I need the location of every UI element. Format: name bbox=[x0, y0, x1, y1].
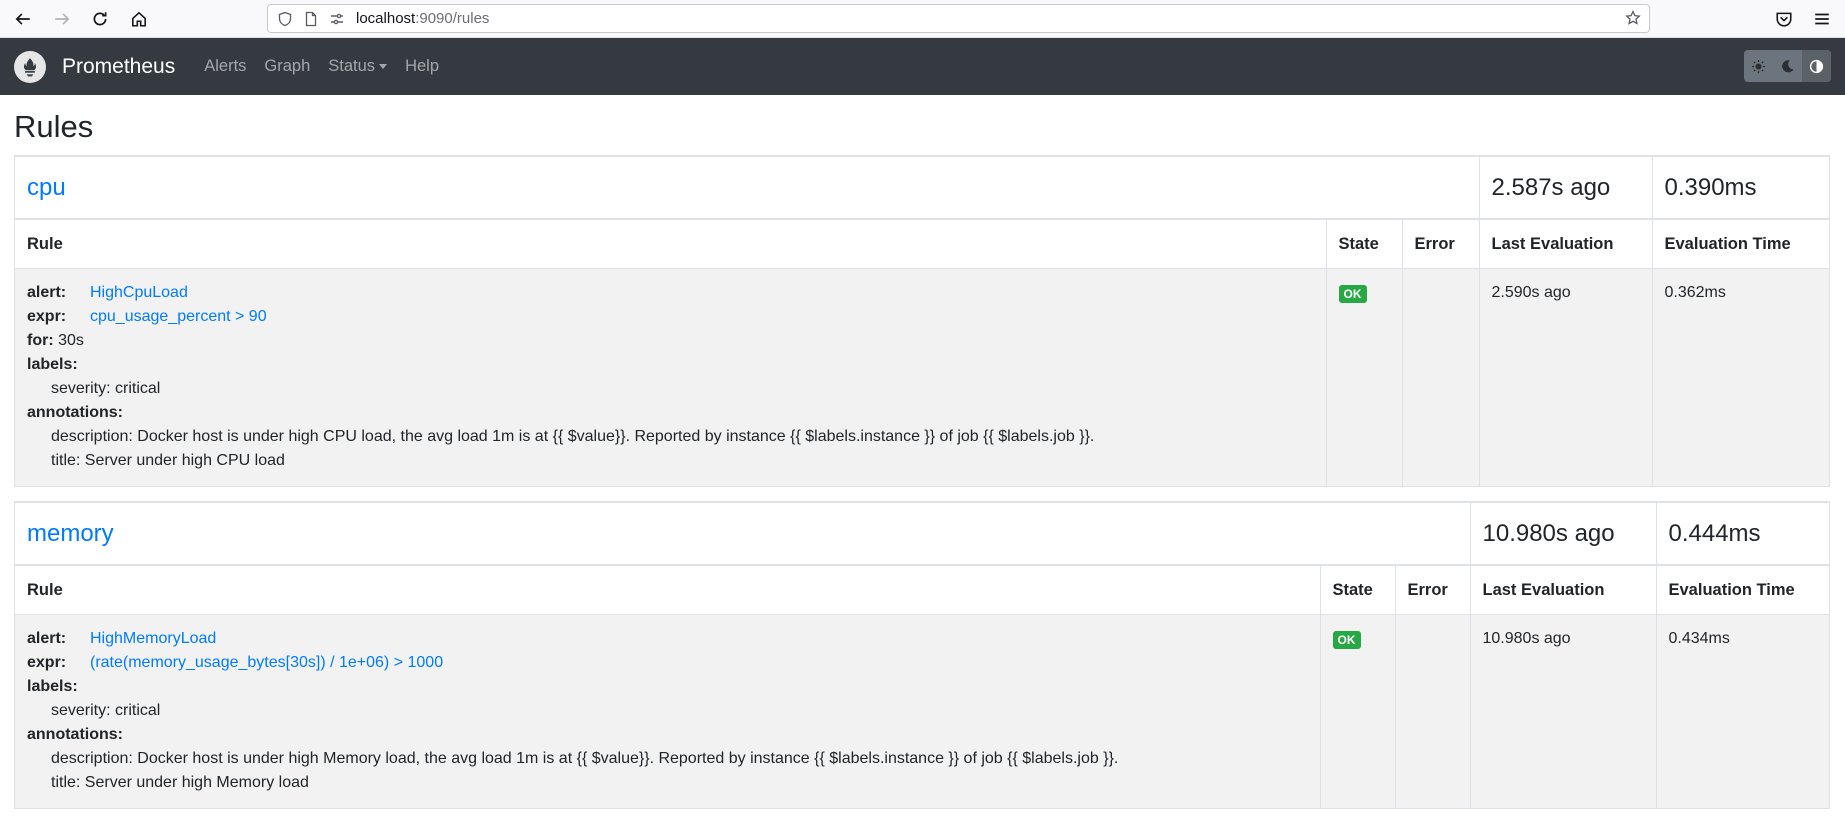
col-header-last-evaluation: Last Evaluation bbox=[1478, 219, 1653, 269]
theme-toggle-group bbox=[1744, 50, 1831, 82]
url-host: localhost bbox=[356, 10, 416, 27]
menu-icon[interactable] bbox=[1807, 4, 1837, 34]
permissions-icon[interactable] bbox=[328, 10, 346, 28]
rule-evaluation-time: 0.434ms bbox=[1655, 614, 1829, 809]
group-header-table: cpu 2.587s ago 0.390ms bbox=[15, 156, 1829, 219]
col-header-rule: Rule bbox=[15, 219, 1327, 269]
group-evaluation-time: 0.390ms bbox=[1651, 156, 1829, 219]
group-last-evaluation: 2.587s ago bbox=[1478, 156, 1653, 219]
state-cell: OK bbox=[1319, 614, 1396, 809]
rule-cell: alert: HighCpuLoad expr: cpu_usage_percent… bbox=[15, 268, 1327, 487]
expr-link[interactable]: cpu_usage_percent > 90 bbox=[90, 308, 267, 325]
nav-status-dropdown[interactable]: Status bbox=[328, 57, 388, 76]
browser-extras bbox=[1769, 4, 1837, 34]
browser-toolbar: localhost:9090/rules bbox=[0, 0, 1845, 38]
alert-name-link[interactable]: HighCpuLoad bbox=[90, 284, 188, 301]
label-severity: severity: critical bbox=[51, 702, 161, 719]
page-icon[interactable] bbox=[302, 10, 320, 28]
group-last-evaluation: 10.980s ago bbox=[1469, 502, 1657, 565]
col-header-rule: Rule bbox=[15, 565, 1321, 615]
col-header-state: State bbox=[1319, 565, 1396, 615]
auto-theme-icon[interactable] bbox=[1802, 50, 1831, 82]
group-name-link[interactable]: memory bbox=[27, 520, 114, 547]
group-evaluation-time: 0.444ms bbox=[1655, 502, 1829, 565]
rule-group-cpu: cpu 2.587s ago 0.390ms Rule State Error … bbox=[14, 155, 1830, 487]
top-navbar: Prometheus Alerts Graph Status Help bbox=[0, 38, 1845, 95]
nav-help[interactable]: Help bbox=[405, 57, 439, 76]
rule-evaluation-time: 0.362ms bbox=[1651, 268, 1829, 487]
col-header-state: State bbox=[1325, 219, 1403, 269]
col-header-last-evaluation: Last Evaluation bbox=[1469, 565, 1657, 615]
home-icon[interactable] bbox=[124, 4, 154, 34]
nav-graph[interactable]: Graph bbox=[264, 57, 310, 76]
annotation-title: title: Server under high CPU load bbox=[51, 452, 285, 469]
alert-name-link[interactable]: HighMemoryLoad bbox=[90, 630, 216, 647]
error-cell bbox=[1401, 268, 1480, 487]
bookmark-star-icon[interactable] bbox=[1625, 9, 1641, 30]
prometheus-logo-icon[interactable] bbox=[14, 50, 46, 83]
nav-status-label: Status bbox=[328, 57, 376, 75]
rules-table: Rule State Error Last Evaluation Evaluat… bbox=[15, 219, 1829, 487]
table-row: alert: HighCpuLoad expr: cpu_usage_percent… bbox=[15, 268, 1829, 487]
rule-last-evaluation: 10.980s ago bbox=[1469, 614, 1657, 809]
url-path: :9090/rules bbox=[415, 10, 490, 27]
state-ok-badge: OK bbox=[1332, 631, 1361, 649]
page-title: Rules bbox=[14, 109, 94, 144]
col-header-evaluation-time: Evaluation Time bbox=[1651, 219, 1829, 269]
expr-link[interactable]: (rate(memory_usage_bytes[30s]) / 1e+06) … bbox=[90, 654, 443, 671]
annotations-key: annotations: bbox=[27, 726, 123, 743]
group-header-table: memory 10.980s ago 0.444ms bbox=[15, 502, 1829, 565]
nav-alerts[interactable]: Alerts bbox=[204, 57, 246, 76]
rules-table: Rule State Error Last Evaluation Evaluat… bbox=[15, 565, 1829, 809]
rule-group-memory: memory 10.980s ago 0.444ms Rule State Er… bbox=[14, 501, 1830, 809]
caret-down-icon bbox=[379, 64, 388, 69]
address-bar[interactable]: localhost:9090/rules bbox=[267, 4, 1650, 33]
labels-key: labels: bbox=[27, 356, 78, 373]
state-cell: OK bbox=[1325, 268, 1403, 487]
col-header-error: Error bbox=[1401, 219, 1480, 269]
back-icon[interactable] bbox=[8, 4, 38, 34]
expr-key: expr: bbox=[27, 308, 67, 325]
alert-key: alert: bbox=[27, 284, 67, 301]
for-key: for: bbox=[27, 332, 54, 349]
labels-key: labels: bbox=[27, 678, 78, 695]
col-header-error: Error bbox=[1394, 565, 1471, 615]
label-severity: severity: critical bbox=[51, 380, 161, 397]
col-header-evaluation-time: Evaluation Time bbox=[1655, 565, 1829, 615]
light-theme-icon[interactable] bbox=[1744, 50, 1773, 82]
error-cell bbox=[1394, 614, 1471, 809]
for-value: 30s bbox=[58, 332, 84, 349]
shield-icon[interactable] bbox=[276, 10, 294, 28]
annotation-description: description: Docker host is under high C… bbox=[51, 428, 1095, 445]
expr-key: expr: bbox=[27, 654, 67, 671]
brand-name[interactable]: Prometheus bbox=[62, 55, 175, 79]
pocket-icon[interactable] bbox=[1769, 4, 1799, 34]
annotation-title: title: Server under high Memory load bbox=[51, 774, 309, 791]
reload-icon[interactable] bbox=[85, 4, 115, 34]
alert-key: alert: bbox=[27, 630, 67, 647]
table-row: alert: HighMemoryLoad expr: (rate(memory_u… bbox=[15, 614, 1829, 809]
dark-theme-icon[interactable] bbox=[1773, 50, 1802, 82]
rule-last-evaluation: 2.590s ago bbox=[1478, 268, 1653, 487]
state-ok-badge: OK bbox=[1338, 285, 1367, 303]
annotations-key: annotations: bbox=[27, 404, 123, 421]
forward-icon[interactable] bbox=[47, 4, 77, 34]
url-text: localhost:9090/rules bbox=[356, 10, 489, 27]
annotation-description: description: Docker host is under high M… bbox=[51, 750, 1119, 767]
group-name-link[interactable]: cpu bbox=[27, 174, 66, 201]
rule-cell: alert: HighMemoryLoad expr: (rate(memory_u… bbox=[15, 614, 1321, 809]
